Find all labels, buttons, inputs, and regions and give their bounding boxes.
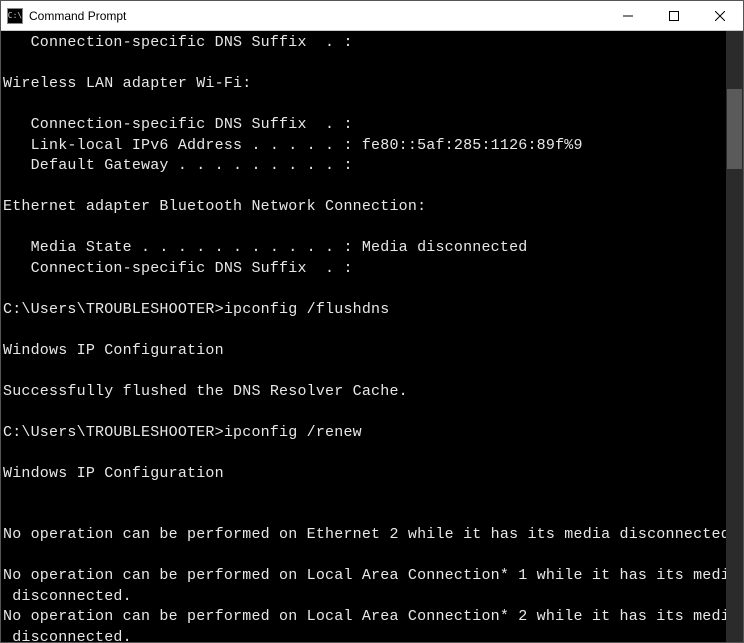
titlebar[interactable]: C:\ Command Prompt	[1, 1, 743, 31]
terminal-line: Connection-specific DNS Suffix . :	[3, 33, 726, 54]
terminal-line	[3, 443, 726, 464]
close-icon	[715, 11, 725, 21]
terminal-line	[3, 505, 726, 526]
terminal-line	[3, 54, 726, 75]
content-area: Connection-specific DNS Suffix . : Wirel…	[1, 31, 743, 642]
command-prompt-window: C:\ Command Prompt Connection-specific D…	[0, 0, 744, 643]
terminal-line: Default Gateway . . . . . . . . . :	[3, 156, 726, 177]
terminal-line: Wireless LAN adapter Wi-Fi:	[3, 74, 726, 95]
terminal-line	[3, 218, 726, 239]
terminal-line: No operation can be performed on Etherne…	[3, 525, 726, 546]
terminal-output[interactable]: Connection-specific DNS Suffix . : Wirel…	[1, 31, 726, 642]
minimize-button[interactable]	[605, 1, 651, 30]
scrollbar-thumb[interactable]	[727, 89, 742, 169]
terminal-line: C:\Users\TROUBLESHOOTER>ipconfig /flushd…	[3, 300, 726, 321]
terminal-line: disconnected.	[3, 628, 726, 643]
terminal-line: Connection-specific DNS Suffix . :	[3, 259, 726, 280]
terminal-line	[3, 484, 726, 505]
window-controls	[605, 1, 743, 30]
maximize-icon	[669, 11, 679, 21]
terminal-line: disconnected.	[3, 587, 726, 608]
terminal-line	[3, 402, 726, 423]
terminal-line: Windows IP Configuration	[3, 341, 726, 362]
cmd-icon: C:\	[7, 8, 23, 24]
close-button[interactable]	[697, 1, 743, 30]
terminal-line	[3, 95, 726, 116]
terminal-line: No operation can be performed on Local A…	[3, 566, 726, 587]
terminal-line: Ethernet adapter Bluetooth Network Conne…	[3, 197, 726, 218]
vertical-scrollbar[interactable]	[726, 31, 743, 642]
terminal-line	[3, 177, 726, 198]
terminal-line: Connection-specific DNS Suffix . :	[3, 115, 726, 136]
terminal-line: C:\Users\TROUBLESHOOTER>ipconfig /renew	[3, 423, 726, 444]
terminal-line: No operation can be performed on Local A…	[3, 607, 726, 628]
terminal-line	[3, 279, 726, 300]
terminal-line	[3, 546, 726, 567]
terminal-line: Link-local IPv6 Address . . . . . : fe80…	[3, 136, 726, 157]
terminal-line	[3, 320, 726, 341]
terminal-line: Windows IP Configuration	[3, 464, 726, 485]
maximize-button[interactable]	[651, 1, 697, 30]
minimize-icon	[623, 11, 633, 21]
terminal-line: Media State . . . . . . . . . . . : Medi…	[3, 238, 726, 259]
window-title: Command Prompt	[29, 9, 605, 23]
terminal-line: Successfully flushed the DNS Resolver Ca…	[3, 382, 726, 403]
terminal-line	[3, 361, 726, 382]
